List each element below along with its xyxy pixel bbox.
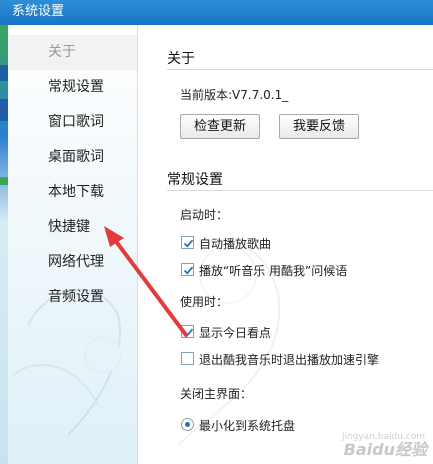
check-icon xyxy=(183,328,194,337)
about-section-title: 关于 xyxy=(167,51,195,67)
about-divider xyxy=(167,69,433,70)
sidebar-item-network-proxy[interactable]: 网络代理 xyxy=(8,245,137,280)
general-divider xyxy=(167,190,433,191)
version-text: 当前版本:V7.7.0.1_ xyxy=(180,88,289,102)
check-icon xyxy=(183,266,194,275)
minimize-tray-radio[interactable] xyxy=(181,418,194,431)
show-today-label[interactable]: 显示今日看点 xyxy=(199,324,271,341)
sidebar-item-window-lyrics[interactable]: 窗口歌词 xyxy=(8,105,137,140)
check-update-button[interactable]: 检查更新 xyxy=(180,114,260,139)
in-use-label: 使用时： xyxy=(180,295,229,309)
settings-sidebar: 关于 常规设置 窗口歌词 桌面歌词 本地下载 快捷键 网络代理 音频设置 xyxy=(8,25,138,464)
sidebar-item-local-download[interactable]: 本地下载 xyxy=(8,175,137,210)
sidebar-item-desktop-lyrics[interactable]: 桌面歌词 xyxy=(8,140,137,175)
sidebar-item-about[interactable]: 关于 xyxy=(8,35,137,70)
exit-accel-checkbox[interactable] xyxy=(181,352,194,365)
close-main-label: 关闭主界面： xyxy=(180,387,253,401)
exit-accel-label[interactable]: 退出酷我音乐时退出播放加速引擎 xyxy=(199,351,379,368)
greeting-checkbox[interactable] xyxy=(181,263,194,276)
window-title-bar[interactable]: 系统设置 xyxy=(0,0,433,25)
radio-selected-dot xyxy=(185,422,190,427)
general-section-title: 常规设置 xyxy=(167,172,223,188)
check-icon xyxy=(183,239,194,248)
window-title: 系统设置 xyxy=(12,4,65,19)
minimize-tray-label[interactable]: 最小化到系统托盘 xyxy=(199,417,295,434)
background-window-edge xyxy=(0,25,8,464)
feedback-button[interactable]: 我要反馈 xyxy=(279,114,359,139)
sidebar-item-hotkeys[interactable]: 快捷键 xyxy=(8,210,137,245)
auto-play-label[interactable]: 自动播放歌曲 xyxy=(199,235,271,252)
greeting-label[interactable]: 播放“听音乐 用酷我”问候语 xyxy=(199,262,347,279)
settings-content: 关于 当前版本:V7.7.0.1_ 检查更新 我要反馈 常规设置 启动时： 自动… xyxy=(138,25,433,464)
show-today-checkbox[interactable] xyxy=(181,325,194,338)
sidebar-item-general[interactable]: 常规设置 xyxy=(8,70,137,105)
watermark: Baidu经验 xyxy=(343,440,427,459)
on-start-label: 启动时： xyxy=(180,208,229,222)
sidebar-item-audio-settings[interactable]: 音频设置 xyxy=(8,280,137,315)
auto-play-checkbox[interactable] xyxy=(181,236,194,249)
